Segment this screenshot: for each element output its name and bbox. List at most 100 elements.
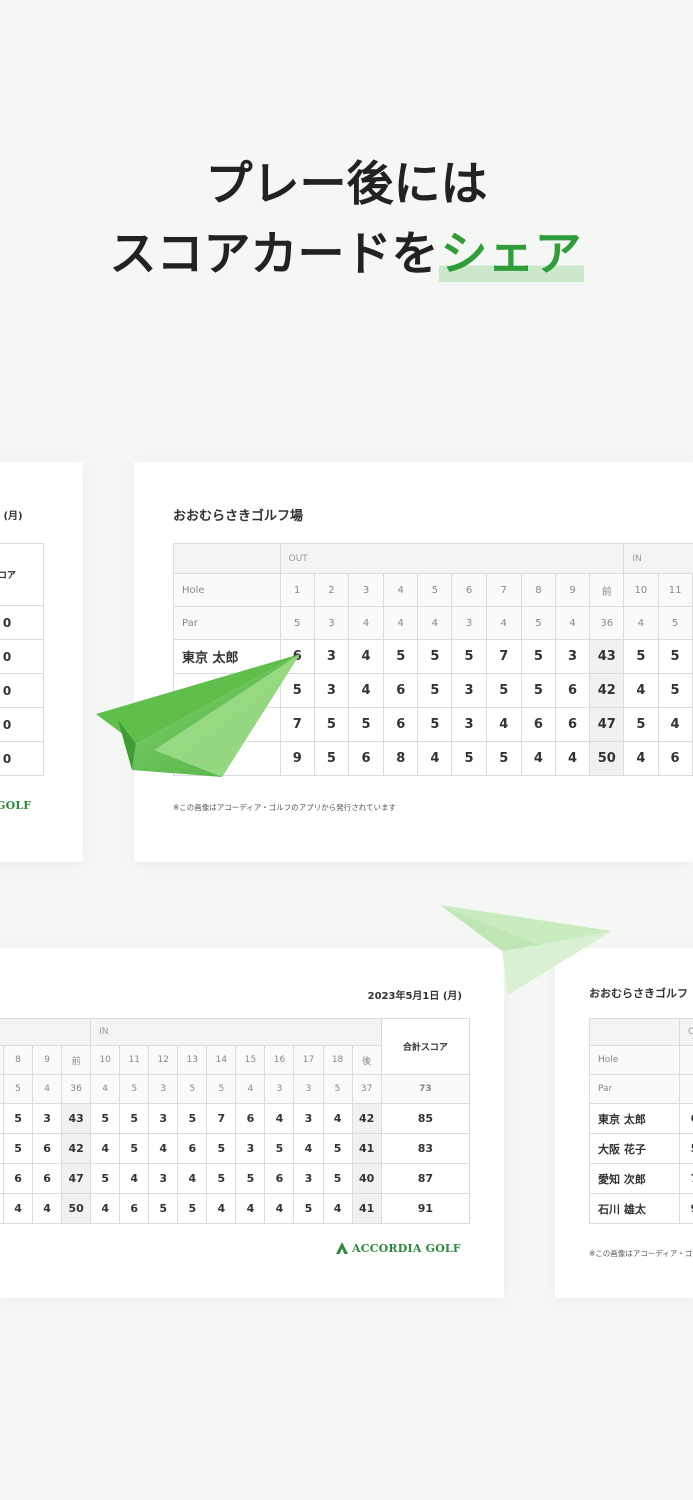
score-cell: 5 — [119, 1133, 150, 1164]
score-cell: 6 — [347, 741, 385, 776]
headline: プレー後には スコアカードをシェア — [0, 150, 693, 290]
table-corner — [589, 1018, 680, 1046]
total-score-cell: 85 — [380, 1103, 471, 1134]
in-subtotal: 42 — [351, 1103, 382, 1134]
hole-number: 13 — [177, 1045, 208, 1075]
par-subtotal: 37 — [351, 1074, 382, 1104]
score-cell: 3 — [148, 1163, 179, 1194]
score-cell: 5 — [313, 707, 349, 742]
brand-name: ACCORDIA GOLF — [352, 1241, 461, 1255]
paper-plane-icon — [96, 654, 300, 777]
score-cell: 4 — [90, 1133, 121, 1164]
score-cell: 7 — [206, 1103, 237, 1134]
score-cell: 6 — [657, 741, 693, 776]
out-section-label: O — [679, 1018, 693, 1046]
hole-number: 4 — [383, 573, 419, 607]
score-cell: 6 — [32, 1163, 63, 1194]
score-cell: 4 — [347, 639, 385, 674]
score-table: コア 0 0 0 0 0 — [0, 543, 44, 776]
hole-number: 5 — [417, 573, 453, 607]
score-cell: 5 — [417, 673, 453, 708]
par-subtotal: 36 — [589, 606, 625, 640]
issued-note: ※この画像はアコーディア・ゴルフのアプリから発行されています — [173, 803, 397, 812]
headline-line-1: プレー後には — [205, 157, 488, 212]
score-cell: 4 — [623, 673, 659, 708]
card-date: 日 (月) — [0, 511, 23, 522]
out-subtotal-label: 前 — [61, 1045, 92, 1075]
score-cell: 4 — [657, 707, 693, 742]
score-cell: 4 — [322, 1193, 353, 1224]
score-cell: 5 — [2, 1133, 34, 1164]
hole-number: 2 — [313, 573, 349, 607]
paper-plane-faded-icon — [440, 905, 612, 995]
score-cell: 4 — [32, 1193, 63, 1224]
score-cell: 6 — [177, 1133, 208, 1164]
total-score-cell: 0 — [0, 741, 44, 776]
par-value: 4 — [235, 1074, 266, 1104]
score-cell: 6 — [2, 1163, 34, 1194]
in-section-label: IN — [623, 543, 693, 574]
out-subtotal: 42 — [589, 673, 625, 708]
par-value: 3 — [313, 606, 349, 640]
par-value: 3 — [451, 606, 487, 640]
score-cell: 3 — [313, 639, 349, 674]
hole-number: 14 — [206, 1045, 237, 1075]
score-cell: 7 — [485, 639, 522, 674]
score-cell: 4 — [264, 1193, 295, 1224]
par-value: 5 — [2, 1074, 34, 1104]
par-value: 5 — [657, 606, 693, 640]
par-value: 5 — [119, 1074, 150, 1104]
total-score-cell: 0 — [0, 605, 44, 640]
hole-number: 1 — [279, 573, 315, 607]
in-subtotal: 41 — [351, 1133, 382, 1164]
hole-number: 12 — [148, 1045, 179, 1075]
par-total: 73 — [380, 1074, 471, 1104]
score-cell: 4 — [554, 741, 591, 776]
in-subtotal: 40 — [351, 1163, 382, 1194]
total-score-cell: 87 — [380, 1163, 471, 1194]
par-value: 3 — [293, 1074, 324, 1104]
out-subtotal: 47 — [61, 1163, 92, 1194]
score-cell: 5 — [679, 1133, 693, 1164]
score-cell: 5 — [520, 673, 556, 708]
score-cell: 3 — [293, 1163, 324, 1194]
hole-row-label: Hole — [589, 1045, 680, 1075]
hole-number — [679, 1045, 693, 1075]
score-cell: 4 — [119, 1163, 150, 1194]
score-cell: 6 — [264, 1163, 295, 1194]
out-subtotal: 43 — [61, 1103, 92, 1134]
score-cell: 6 — [520, 707, 556, 742]
hole-number: 8 — [2, 1045, 34, 1075]
score-cell: 5 — [313, 741, 349, 776]
par-value: 4 — [623, 606, 659, 640]
score-cell: 6 — [554, 673, 591, 708]
score-cell: 4 — [148, 1133, 179, 1164]
hole-number: 11 — [119, 1045, 150, 1075]
score-cell: 3 — [554, 639, 591, 674]
in-subtotal-label: 後 — [351, 1045, 382, 1075]
score-cell: 5 — [322, 1133, 353, 1164]
total-score-cell: 0 — [0, 707, 44, 742]
score-cell: 3 — [451, 673, 487, 708]
scorecard-bottom: 2023年5月1日 (月) IN 合計スコア 8 9 前 10 11 12 13… — [0, 948, 504, 1298]
score-cell: 5 — [177, 1103, 208, 1134]
score-cell: 5 — [485, 673, 522, 708]
score-cell: 4 — [264, 1103, 295, 1134]
out-subtotal: 50 — [589, 741, 625, 776]
score-cell: 4 — [520, 741, 556, 776]
score-cell: 6 — [679, 1103, 693, 1134]
score-cell: 5 — [235, 1163, 266, 1194]
hole-number: 8 — [520, 573, 556, 607]
score-cell: 4 — [235, 1193, 266, 1224]
par-value: 5 — [279, 606, 315, 640]
score-cell: 5 — [657, 639, 693, 674]
score-cell: 5 — [119, 1103, 150, 1134]
score-cell: 5 — [347, 707, 385, 742]
score-cell: 3 — [451, 707, 487, 742]
score-cell: 5 — [90, 1163, 121, 1194]
score-cell: 5 — [206, 1163, 237, 1194]
out-subtotal: 43 — [589, 639, 625, 674]
score-cell: 5 — [206, 1133, 237, 1164]
score-cell: 5 — [657, 673, 693, 708]
total-score-header: コア — [0, 543, 44, 606]
